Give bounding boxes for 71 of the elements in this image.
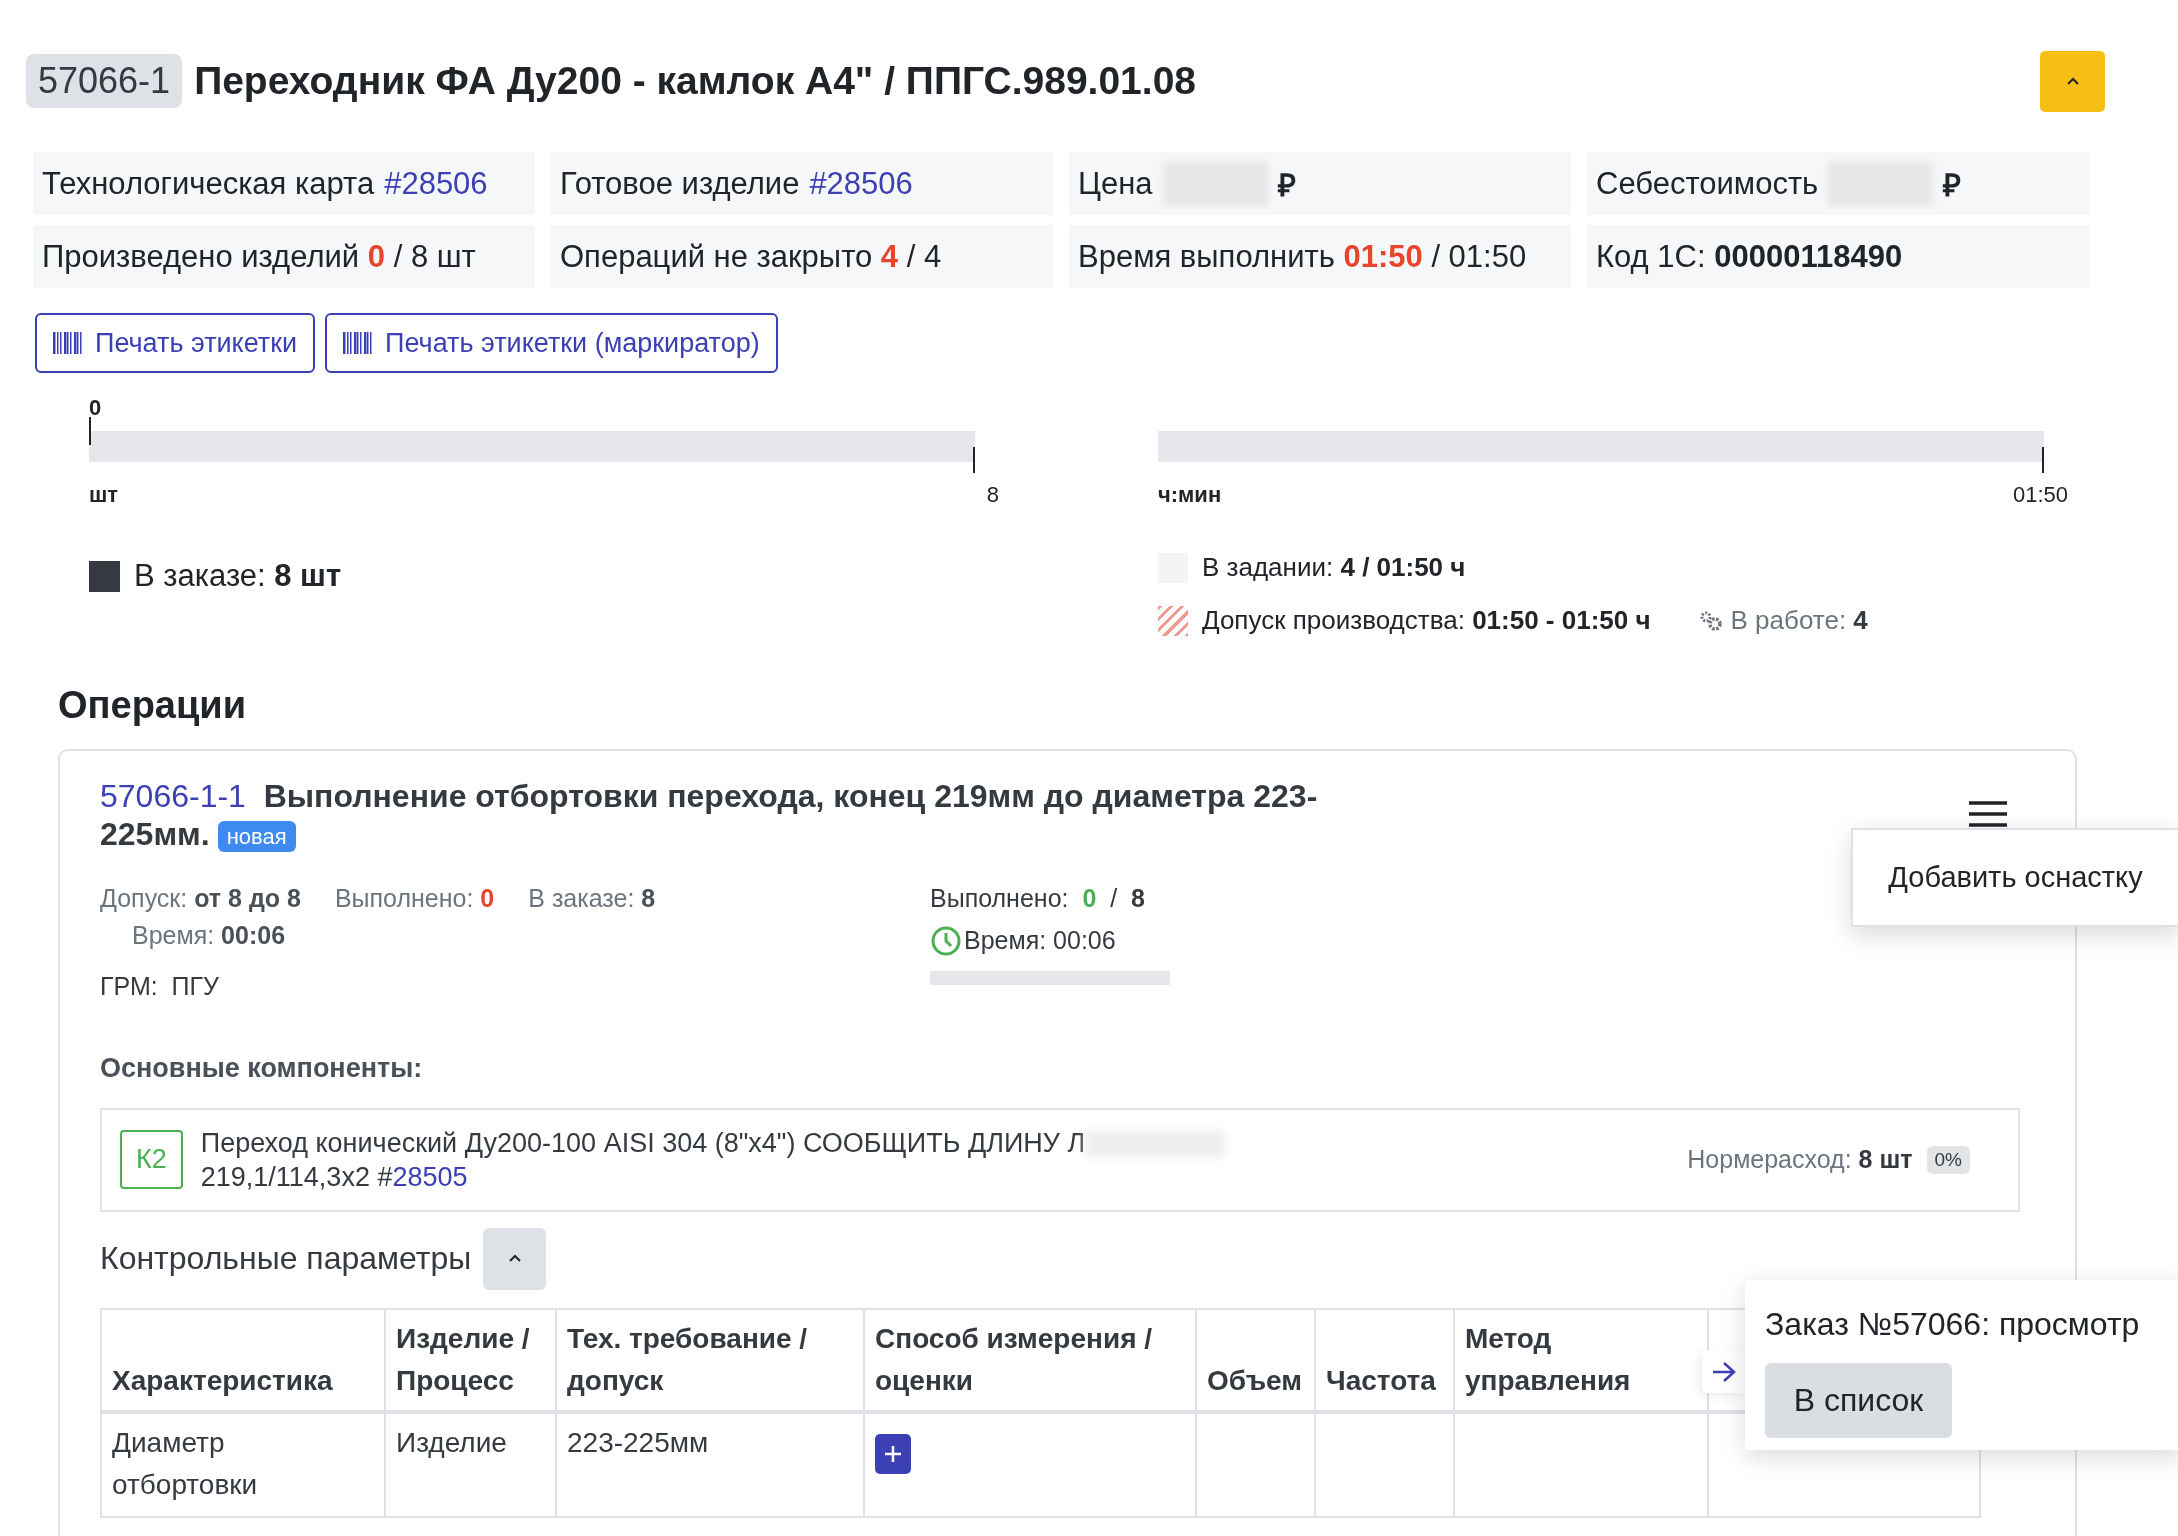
chevron-up-icon bbox=[2065, 76, 2080, 86]
status-badge: новая bbox=[217, 820, 296, 852]
info-link[interactable]: #28506 bbox=[384, 165, 488, 202]
barcode-icon bbox=[343, 332, 374, 354]
currency-sign: ₽ bbox=[1943, 166, 1962, 205]
order-code-badge: 57066-1 bbox=[26, 54, 183, 108]
info-label: Готовое изделие bbox=[560, 165, 800, 202]
info-link[interactable]: #28506 bbox=[809, 165, 913, 202]
table-cell: Изделие bbox=[385, 1411, 556, 1517]
params-title: Контрольные параметры bbox=[100, 1240, 472, 1278]
gears-icon bbox=[1698, 609, 1723, 632]
table-cell: 223-225мм bbox=[556, 1411, 864, 1517]
scale-label: 0 bbox=[89, 395, 102, 421]
component-badge: К2 bbox=[120, 1130, 183, 1190]
norm-text: Нормерасход: 8 шт bbox=[1687, 1145, 1913, 1175]
time-text: Время: 00:06 bbox=[964, 926, 1116, 956]
print-label-button[interactable]: Печать этикетки (маркиратор) bbox=[325, 313, 778, 373]
stat-text: В заказе: 8 bbox=[528, 883, 656, 913]
tick-mark bbox=[973, 447, 975, 473]
popup-title: Заказ №57066: просмотр bbox=[1765, 1306, 2140, 1343]
operation-link[interactable]: 57066-1-1 bbox=[100, 778, 246, 814]
back-to-list-button[interactable]: В список bbox=[1765, 1363, 1952, 1438]
stat-text: Время: 00:06 bbox=[132, 920, 286, 950]
info-label: Себестоимость bbox=[1596, 165, 1819, 202]
column-header: Способ измерения / оценки bbox=[864, 1308, 1196, 1412]
column-header: Тех. требование / допуск bbox=[556, 1308, 864, 1412]
tick-mark bbox=[2042, 447, 2044, 473]
table-cell: Диаметр отбортовки bbox=[101, 1411, 385, 1517]
components-title: Основные компоненты: bbox=[100, 1052, 423, 1084]
column-header: Изделие / Процесс bbox=[385, 1308, 556, 1412]
column-header: Частота bbox=[1315, 1308, 1454, 1412]
unit-label: шт bbox=[89, 482, 119, 508]
legend-label: Допуск производства: 01:50 - 01:50 ч bbox=[1202, 605, 1651, 636]
info-text: Произведено изделий 0 / 8 шт bbox=[42, 238, 476, 275]
menu-icon[interactable] bbox=[1969, 801, 2007, 827]
done-text: Выполнено: 0 / 8 bbox=[930, 883, 1146, 913]
column-header: Объем bbox=[1196, 1308, 1315, 1412]
legend-swatch bbox=[1158, 605, 1188, 636]
info-text: Код 1С: 00000118490 bbox=[1596, 238, 1903, 275]
barcode-icon bbox=[53, 332, 83, 354]
scale-label: 01:50 bbox=[2012, 482, 2068, 508]
currency-sign: ₽ bbox=[1277, 166, 1296, 205]
info-text: Операций не закрыто 4 / 4 bbox=[560, 238, 942, 275]
add-button[interactable] bbox=[875, 1433, 911, 1474]
stat-text: Допуск: от 8 до 8 bbox=[100, 883, 301, 913]
component-link[interactable]: 28505 bbox=[392, 1161, 468, 1192]
panel-tab[interactable] bbox=[1702, 1350, 1745, 1393]
stat-text: Выполнено: 0 bbox=[334, 883, 495, 913]
info-text: Время выполнить 01:50 / 01:50 bbox=[1078, 238, 1527, 275]
legend-swatch bbox=[89, 560, 120, 592]
menu-item[interactable]: Добавить оснастку bbox=[1888, 861, 2143, 894]
legend-label: В заказе: 8 шт bbox=[134, 558, 342, 594]
info-label: Технологическая карта bbox=[42, 165, 375, 202]
chevron-up-icon bbox=[507, 1254, 522, 1264]
info-label: Цена bbox=[1078, 165, 1153, 202]
page-title: Переходник ФА Ду200 - камлок А4" / ППГС.989.01.08 bbox=[194, 59, 1196, 103]
in-work-text: В работе: 4 bbox=[1730, 605, 1868, 636]
scale-label: 8 bbox=[986, 482, 999, 508]
percent-badge: 0% bbox=[1926, 1145, 1970, 1174]
print-label-button[interactable]: Печать этикетки bbox=[35, 313, 316, 373]
section-title: Операции bbox=[58, 684, 247, 727]
unit-label: ч:мин bbox=[1158, 482, 1222, 508]
tick-mark bbox=[89, 417, 91, 445]
legend-label: В задании: 4 / 01:50 ч bbox=[1202, 552, 1466, 583]
column-header: Характеристика bbox=[101, 1308, 385, 1412]
arrow-right-icon bbox=[1710, 1359, 1737, 1384]
plus-icon bbox=[883, 1443, 903, 1464]
component-name: Переход конический Ду200-100 AISI 304 (8"x4") СООБЩИТЬ ДЛИНУ Л bbox=[200, 1127, 1086, 1158]
component-size: 219,1/114,3x2 # bbox=[200, 1161, 393, 1192]
grm-text: ГРМ: ПГУ bbox=[100, 971, 219, 1001]
clock-icon bbox=[930, 924, 962, 957]
